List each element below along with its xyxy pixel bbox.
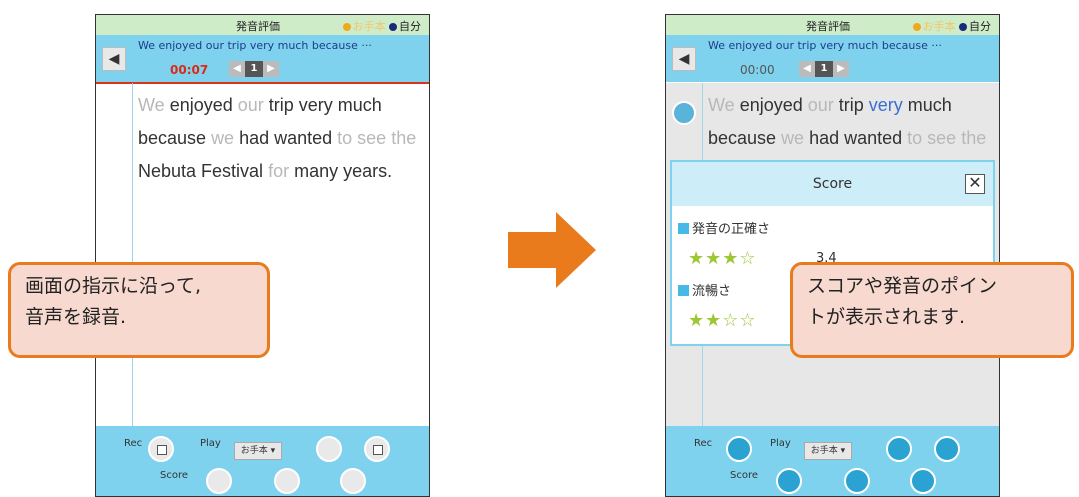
play-label: Play (200, 438, 221, 449)
page-selector: ◀ 1 ▶ (229, 61, 279, 77)
stop-icon (373, 445, 383, 455)
fluency-label: 流暢さ (692, 284, 732, 299)
self-dot-icon (389, 23, 397, 31)
next-step-arrow-icon (508, 212, 596, 288)
next-page-button[interactable]: ▶ (263, 61, 279, 77)
right-callout-line2: トが表示されます. (807, 306, 966, 328)
section-marker-icon (678, 285, 689, 296)
mode-self-label: 自分 (399, 20, 421, 33)
sentence-preview: We enjoyed our trip very much because ··… (138, 39, 372, 52)
sentence-area: We enjoyed our trip very much because we… (96, 83, 429, 433)
back-button[interactable]: ◀ (672, 47, 696, 71)
app-title: 発音評価 (236, 20, 280, 33)
next-page-button[interactable]: ▶ (833, 61, 849, 77)
left-callout-line2: 音声を録音. (25, 306, 127, 328)
play-source-select[interactable]: お手本 ▾ (804, 442, 852, 460)
record-button[interactable] (726, 436, 752, 462)
mode-indicator: お手本 自分 (342, 18, 421, 34)
accuracy-section-label: 発音の正確さ (678, 218, 770, 237)
sentence-preview: We enjoyed our trip very much because ··… (708, 39, 942, 52)
page-number: 1 (815, 61, 833, 77)
score-label: Score (730, 470, 759, 481)
recording-indicator-icon (672, 101, 696, 125)
play-label: Play (770, 438, 791, 449)
app-title: 発音評価 (806, 20, 850, 33)
left-callout-line1: 画面の指示に沿って, (25, 275, 202, 297)
info-button[interactable] (340, 468, 366, 494)
prev-page-button[interactable]: ◀ (229, 61, 245, 77)
sentence-bar: ◀ We enjoyed our trip very much because … (96, 35, 429, 84)
sentence-text: We enjoyed our trip very much because we… (138, 95, 417, 181)
fluency-section-label: 流暢さ (678, 280, 731, 299)
back-button[interactable]: ◀ (102, 47, 126, 71)
score-popup-header: Score ✕ (672, 162, 993, 206)
sentence-bar: ◀ We enjoyed our trip very much because … (666, 35, 999, 82)
playback-time: 00:00 (740, 63, 775, 77)
model-dot-icon (342, 23, 351, 31)
control-bar: Rec Play お手本 ▾ Score (666, 426, 999, 496)
rec-label: Rec (124, 438, 143, 449)
score-popup-title: Score (812, 176, 853, 192)
target-button[interactable] (844, 468, 870, 494)
info-button[interactable] (910, 468, 936, 494)
rec-label: Rec (694, 438, 713, 449)
score-button[interactable] (776, 468, 802, 494)
accuracy-label: 発音の正確さ (692, 222, 771, 237)
score-button[interactable] (206, 468, 232, 494)
play-button[interactable] (316, 436, 342, 462)
mode-model-label: お手本 (352, 20, 386, 33)
recording-time: 00:07 (170, 63, 209, 77)
left-phone-screen: 発音評価 お手本 自分 ◀ We enjoyed our trip very m… (95, 14, 430, 497)
close-icon[interactable]: ✕ (965, 174, 985, 194)
stop-button[interactable] (364, 436, 390, 462)
record-button[interactable] (148, 436, 174, 462)
self-dot-icon (959, 23, 967, 31)
left-callout: 画面の指示に沿って, 音声を録音. (8, 262, 270, 358)
play-source-select[interactable]: お手本 ▾ (234, 442, 282, 460)
fluency-stars: ★★☆☆ (688, 310, 757, 331)
section-marker-icon (678, 223, 689, 234)
right-callout-line1: スコアや発音のポイン (807, 275, 998, 297)
prev-page-button[interactable]: ◀ (799, 61, 815, 77)
control-bar: Rec Play お手本 ▾ Score (96, 426, 429, 496)
score-label: Score (160, 470, 189, 481)
right-callout: スコアや発音のポイン トが表示されます. (790, 262, 1074, 358)
model-dot-icon (912, 23, 921, 31)
mode-self-label: 自分 (969, 20, 991, 33)
app-header: 発音評価 お手本 自分 (666, 15, 999, 35)
stop-button[interactable] (934, 436, 960, 462)
stop-square-icon (157, 445, 167, 455)
accuracy-stars: ★★★☆ (688, 248, 757, 269)
mode-indicator: お手本 自分 (912, 18, 991, 34)
app-header: 発音評価 お手本 自分 (96, 15, 429, 35)
page-selector: ◀ 1 ▶ (799, 61, 849, 77)
play-button[interactable] (886, 436, 912, 462)
page-number: 1 (245, 61, 263, 77)
mode-model-label: お手本 (922, 20, 956, 33)
target-button[interactable] (274, 468, 300, 494)
